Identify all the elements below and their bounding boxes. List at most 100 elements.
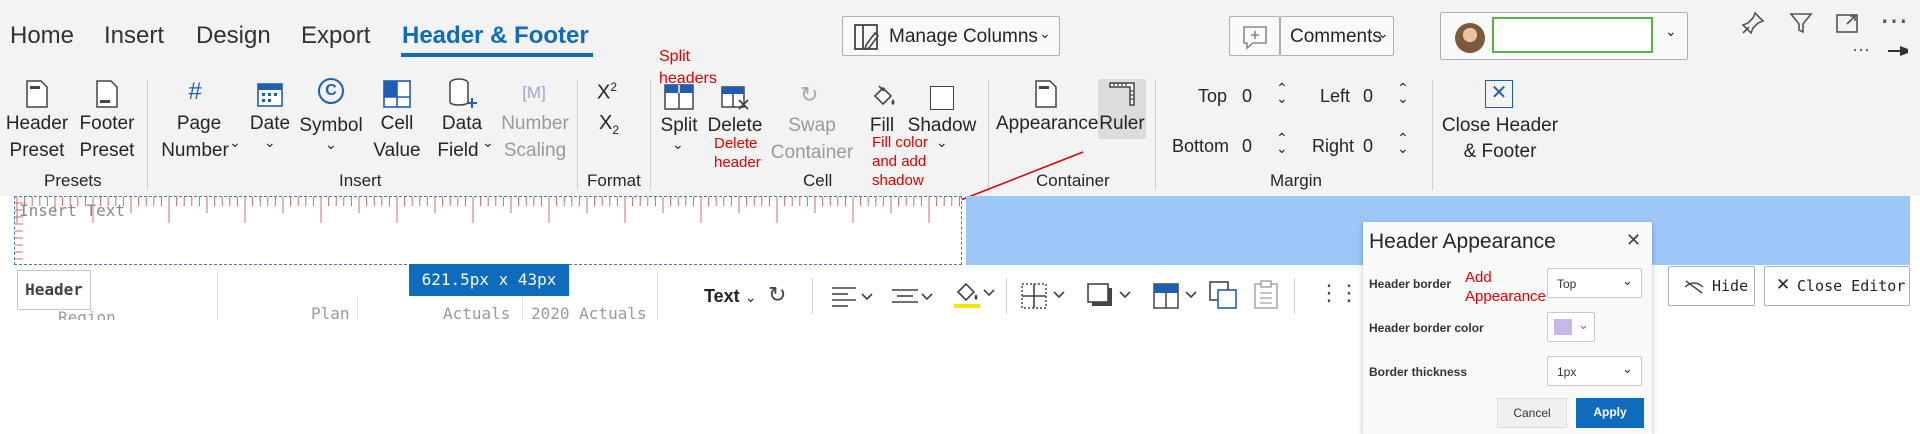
annotation-line: headers <box>659 70 717 87</box>
ruler-ticks <box>15 197 960 260</box>
border-color-picker[interactable]: ⌄ <box>1547 312 1595 342</box>
chevron-down-icon[interactable]: ⌄ <box>1276 140 1288 157</box>
toolbar-divider <box>812 278 813 314</box>
apply-button[interactable]: Apply <box>1576 398 1644 428</box>
chevron-down-icon[interactable]: ⌄ <box>1665 23 1677 40</box>
header-border-label: Header border <box>1369 277 1452 291</box>
appearance-icon <box>1034 80 1058 108</box>
chevron-down-icon[interactable]: ⌄ <box>1276 90 1288 107</box>
close-editor-label: Close Editor <box>1797 277 1906 295</box>
toolbar-divider <box>1294 278 1295 314</box>
cell-value-label-2: Value <box>373 140 421 161</box>
header-preset-label-2: Preset <box>9 140 65 161</box>
footer-preset-button[interactable]: Footer Preset <box>74 80 140 164</box>
margin-right-value[interactable]: 0 <box>1363 136 1373 157</box>
page-number-button[interactable]: # Page Number ⌄ <box>155 78 243 164</box>
close-icon[interactable]: ✕ <box>1626 230 1641 251</box>
margin-bottom-stepper[interactable]: ⌃ ⌄ <box>1270 130 1298 174</box>
hide-button[interactable]: Hide <box>1668 266 1755 306</box>
shadow-style-icon[interactable] <box>1086 282 1132 310</box>
border-thickness-select[interactable]: 1px ⌄ <box>1547 356 1642 386</box>
chevron-down-icon: ⌄ <box>325 136 337 152</box>
symbol-button[interactable]: C Symbol ⌄ <box>298 78 364 164</box>
drag-handle-icon[interactable]: ⋮⋮ <box>1318 280 1360 306</box>
tab-home[interactable]: Home <box>10 22 74 50</box>
insert-text-placeholder[interactable]: Insert Text <box>19 201 125 220</box>
group-insert-label: Insert <box>339 171 382 190</box>
fill-button[interactable]: Fill <box>862 84 902 136</box>
chevron-down-icon: ⌄ <box>1578 317 1589 332</box>
header-preset-button[interactable]: Header Preset <box>4 80 70 164</box>
split-layout-icon[interactable] <box>1152 282 1198 310</box>
tab-insert[interactable]: Insert <box>104 22 164 50</box>
text-style-label: Text <box>704 286 740 306</box>
appearance-button[interactable]: Appearance <box>996 80 1098 140</box>
manage-columns-button[interactable]: Manage Columns ⌄ <box>842 16 1060 56</box>
pin-pane-icon[interactable] <box>1886 44 1910 58</box>
close-icon: ✕ <box>1776 275 1791 294</box>
number-scaling-label-2: Scaling <box>503 140 567 161</box>
data-field-button[interactable]: Data Field ⌄ <box>434 78 494 164</box>
margin-top-stepper[interactable]: ⌃ ⌄ <box>1270 80 1298 124</box>
page-number-label-2: Number <box>161 140 229 161</box>
column-divider <box>657 272 658 320</box>
footer-preset-label-2: Preset <box>79 140 135 161</box>
group-cell-label: Cell <box>803 171 833 190</box>
margin-left-value[interactable]: 0 <box>1363 86 1373 107</box>
close-editor-button[interactable]: ✕ Close Editor <box>1764 266 1910 306</box>
margin-right-stepper[interactable]: ⌃ ⌄ <box>1391 130 1419 174</box>
tab-design[interactable]: Design <box>196 22 271 50</box>
text-style-dropdown[interactable]: Text ⌄ <box>704 286 756 307</box>
canvas-mask <box>0 320 680 434</box>
pin-icon[interactable] <box>1740 10 1766 36</box>
group-divider <box>577 80 578 190</box>
borders-icon[interactable] <box>1020 282 1066 310</box>
header-preset-label-1: Header <box>5 113 69 134</box>
header-ruler-area[interactable]: Insert Text <box>14 196 962 265</box>
date-label: Date <box>249 113 291 134</box>
comments-button[interactable]: Comments ⌄ <box>1280 16 1394 56</box>
refresh-icon[interactable]: ↻ <box>768 282 786 308</box>
date-button[interactable]: Date ⌄ <box>247 80 293 164</box>
fill-color-icon[interactable] <box>952 280 996 310</box>
annotation-delete-header: Delete header <box>714 134 761 172</box>
footer-preset-label-1: Footer <box>79 113 135 134</box>
close-header-footer-button[interactable]: ✕ Close Header & Footer <box>1440 80 1560 164</box>
cell-value-button[interactable]: Cell Value <box>372 80 422 164</box>
chevron-down-icon: ⌄ <box>264 134 276 150</box>
subscript-button[interactable]: X2 <box>599 112 619 137</box>
margin-top-value[interactable]: 0 <box>1242 86 1252 107</box>
add-comment-button[interactable] <box>1229 16 1280 56</box>
tab-export[interactable]: Export <box>301 22 370 50</box>
chevron-down-icon[interactable]: ⌄ <box>1397 90 1409 107</box>
delete-button[interactable]: Delete <box>706 84 764 136</box>
format-toolbar: Text ⌄ ↻ ⋮⋮ <box>684 272 1360 322</box>
more-icon[interactable]: ⋯ <box>1852 40 1870 61</box>
more-options-icon[interactable]: ⋯ <box>1880 4 1909 37</box>
margin-bottom-value[interactable]: 0 <box>1242 136 1252 157</box>
vertical-align-icon[interactable] <box>890 284 934 308</box>
superscript-button[interactable]: X2 <box>597 80 617 105</box>
color-swatch <box>1554 319 1572 335</box>
split-button[interactable]: Split ⌄ <box>658 84 700 164</box>
focus-mode-icon[interactable] <box>1834 10 1860 36</box>
annotation-line: Appearance <box>1465 288 1546 305</box>
tab-header-footer[interactable]: Header & Footer <box>402 22 589 50</box>
data-field-label-1: Data <box>441 113 483 134</box>
margin-left-stepper[interactable]: ⌃ ⌄ <box>1391 80 1419 124</box>
user-selector[interactable]: ⌄ <box>1440 12 1688 60</box>
copy-style-icon[interactable] <box>1208 280 1238 310</box>
border-thickness-value: 1px <box>1557 365 1577 379</box>
align-left-icon[interactable] <box>830 284 874 308</box>
filter-icon[interactable] <box>1788 10 1814 36</box>
clipboard-icon[interactable] <box>1252 280 1280 310</box>
cancel-button[interactable]: Cancel <box>1497 398 1567 428</box>
close-header-label-2: & Footer <box>1463 141 1537 162</box>
number-scaling-label-1: Number <box>501 113 569 134</box>
header-preset-icon <box>25 80 49 108</box>
comments-label: Comments <box>1290 26 1382 47</box>
header-border-select[interactable]: Top ⌄ <box>1547 268 1642 298</box>
user-input[interactable] <box>1492 17 1653 53</box>
ruler-button[interactable]: Ruler <box>1098 79 1146 139</box>
chevron-down-icon[interactable]: ⌄ <box>1397 140 1409 157</box>
